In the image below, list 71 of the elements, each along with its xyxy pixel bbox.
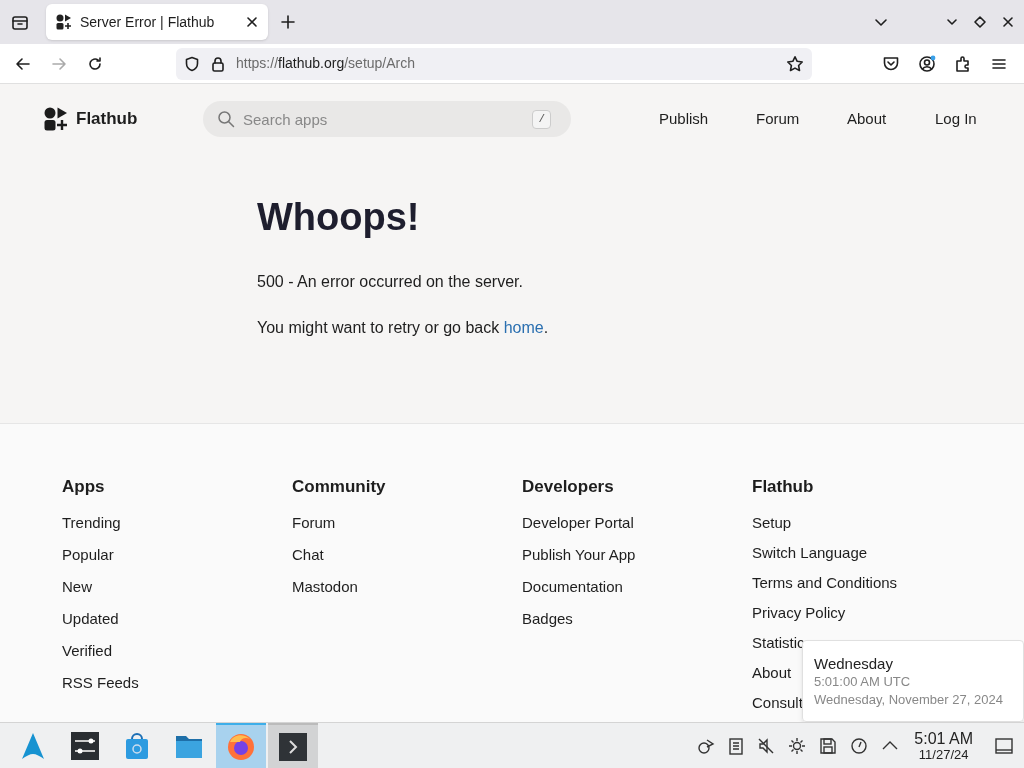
error-hint: You might want to retry or go back home. — [257, 318, 550, 338]
tooltip-title: Wednesday — [814, 655, 894, 673]
footer-link[interactable]: RSS Feeds — [62, 671, 139, 704]
footer-link[interactable]: Terms and Conditions — [752, 571, 898, 602]
footer-link[interactable]: Chat — [292, 543, 324, 576]
error-heading: Whoops! — [257, 198, 421, 236]
clock-date: 11/27/24 — [918, 747, 969, 761]
tab-title: Server Error | Flathub — [80, 12, 216, 32]
flathub-logo-icon — [56, 14, 72, 30]
tooltip-time: 5:01:00 AM UTC — [814, 673, 912, 691]
show-desktop-icon[interactable] — [994, 735, 1014, 756]
shield-icon — [184, 55, 200, 72]
clock[interactable]: 5:01 AM 11/27/24 — [914, 730, 973, 761]
shortcut-key: / — [532, 110, 551, 129]
clock-time: 5:01 AM — [914, 730, 973, 747]
lock-icon — [210, 55, 226, 72]
footer-link[interactable]: Publish Your App — [522, 543, 636, 576]
terminal-icon — [278, 731, 308, 762]
pocket-icon[interactable] — [882, 54, 900, 73]
footer-link[interactable]: Trending — [62, 511, 121, 544]
footer-link[interactable]: Popular — [62, 543, 114, 576]
brand-name: Flathub — [76, 108, 138, 131]
save-icon[interactable] — [819, 736, 838, 755]
tab-list-icon[interactable] — [11, 13, 29, 31]
minimize-icon[interactable] — [946, 16, 958, 28]
footer-link[interactable]: Documentation — [522, 575, 623, 608]
gauge-icon[interactable] — [850, 736, 869, 755]
clipboard-icon[interactable] — [728, 736, 745, 755]
nav-link[interactable]: Log In — [935, 107, 995, 131]
home-link[interactable]: home — [503, 319, 544, 336]
muted-speaker-icon[interactable] — [757, 736, 776, 755]
tooltip-date: Wednesday, November 27, 2024 — [814, 691, 1004, 709]
extensions-icon[interactable] — [954, 54, 972, 73]
footer-heading: Community — [292, 476, 387, 498]
footer-link[interactable]: Developer Portal — [522, 511, 634, 544]
brightness-icon[interactable] — [788, 736, 807, 755]
footer-link[interactable]: Statistic — [752, 631, 805, 662]
footer-heading: Flathub — [752, 476, 815, 498]
footer-link[interactable]: Updated — [62, 607, 119, 640]
reload-icon[interactable] — [86, 54, 104, 73]
footer-link[interactable]: About — [752, 661, 792, 692]
firefox-icon — [226, 731, 256, 762]
close-icon[interactable] — [1002, 16, 1014, 28]
maximize-icon[interactable] — [974, 16, 986, 28]
footer-link[interactable]: Forum — [292, 511, 336, 544]
nav-link[interactable]: Publish — [659, 107, 756, 131]
url-text: https://flathub.org/setup/Arch — [236, 54, 417, 73]
sliders-icon — [70, 730, 100, 761]
account-icon[interactable] — [918, 54, 936, 73]
footer-link[interactable]: Switch Language — [752, 541, 868, 572]
footer-heading: Apps — [62, 476, 106, 498]
search-icon — [217, 110, 235, 128]
bookmark-star-icon[interactable] — [786, 54, 804, 73]
footer-link[interactable]: Consult — [752, 691, 803, 723]
address-bar[interactable]: https://flathub.org/setup/Arch — [176, 47, 812, 80]
flathub-logo-icon — [44, 107, 68, 131]
nav-link[interactable]: About — [847, 107, 935, 131]
footer-link[interactable]: Privacy Policy — [752, 601, 846, 632]
footer-heading: Developers — [522, 476, 615, 498]
footer-link[interactable]: New — [62, 575, 92, 608]
new-tab-icon[interactable] — [280, 14, 296, 30]
close-icon[interactable] — [246, 16, 258, 28]
error-message: 500 - An error occurred on the server. — [257, 272, 524, 292]
network-icon[interactable] — [697, 736, 716, 755]
browser-tab[interactable]: Server Error | Flathub — [46, 4, 268, 40]
footer-link[interactable]: Badges — [522, 607, 573, 640]
footer-link[interactable]: Mastodon — [292, 575, 358, 608]
footer-link[interactable]: Verified — [62, 639, 113, 672]
taskbar-button[interactable] — [268, 723, 318, 768]
footer-link[interactable]: Setup — [752, 511, 792, 542]
nav-link[interactable]: Forum — [756, 107, 847, 131]
